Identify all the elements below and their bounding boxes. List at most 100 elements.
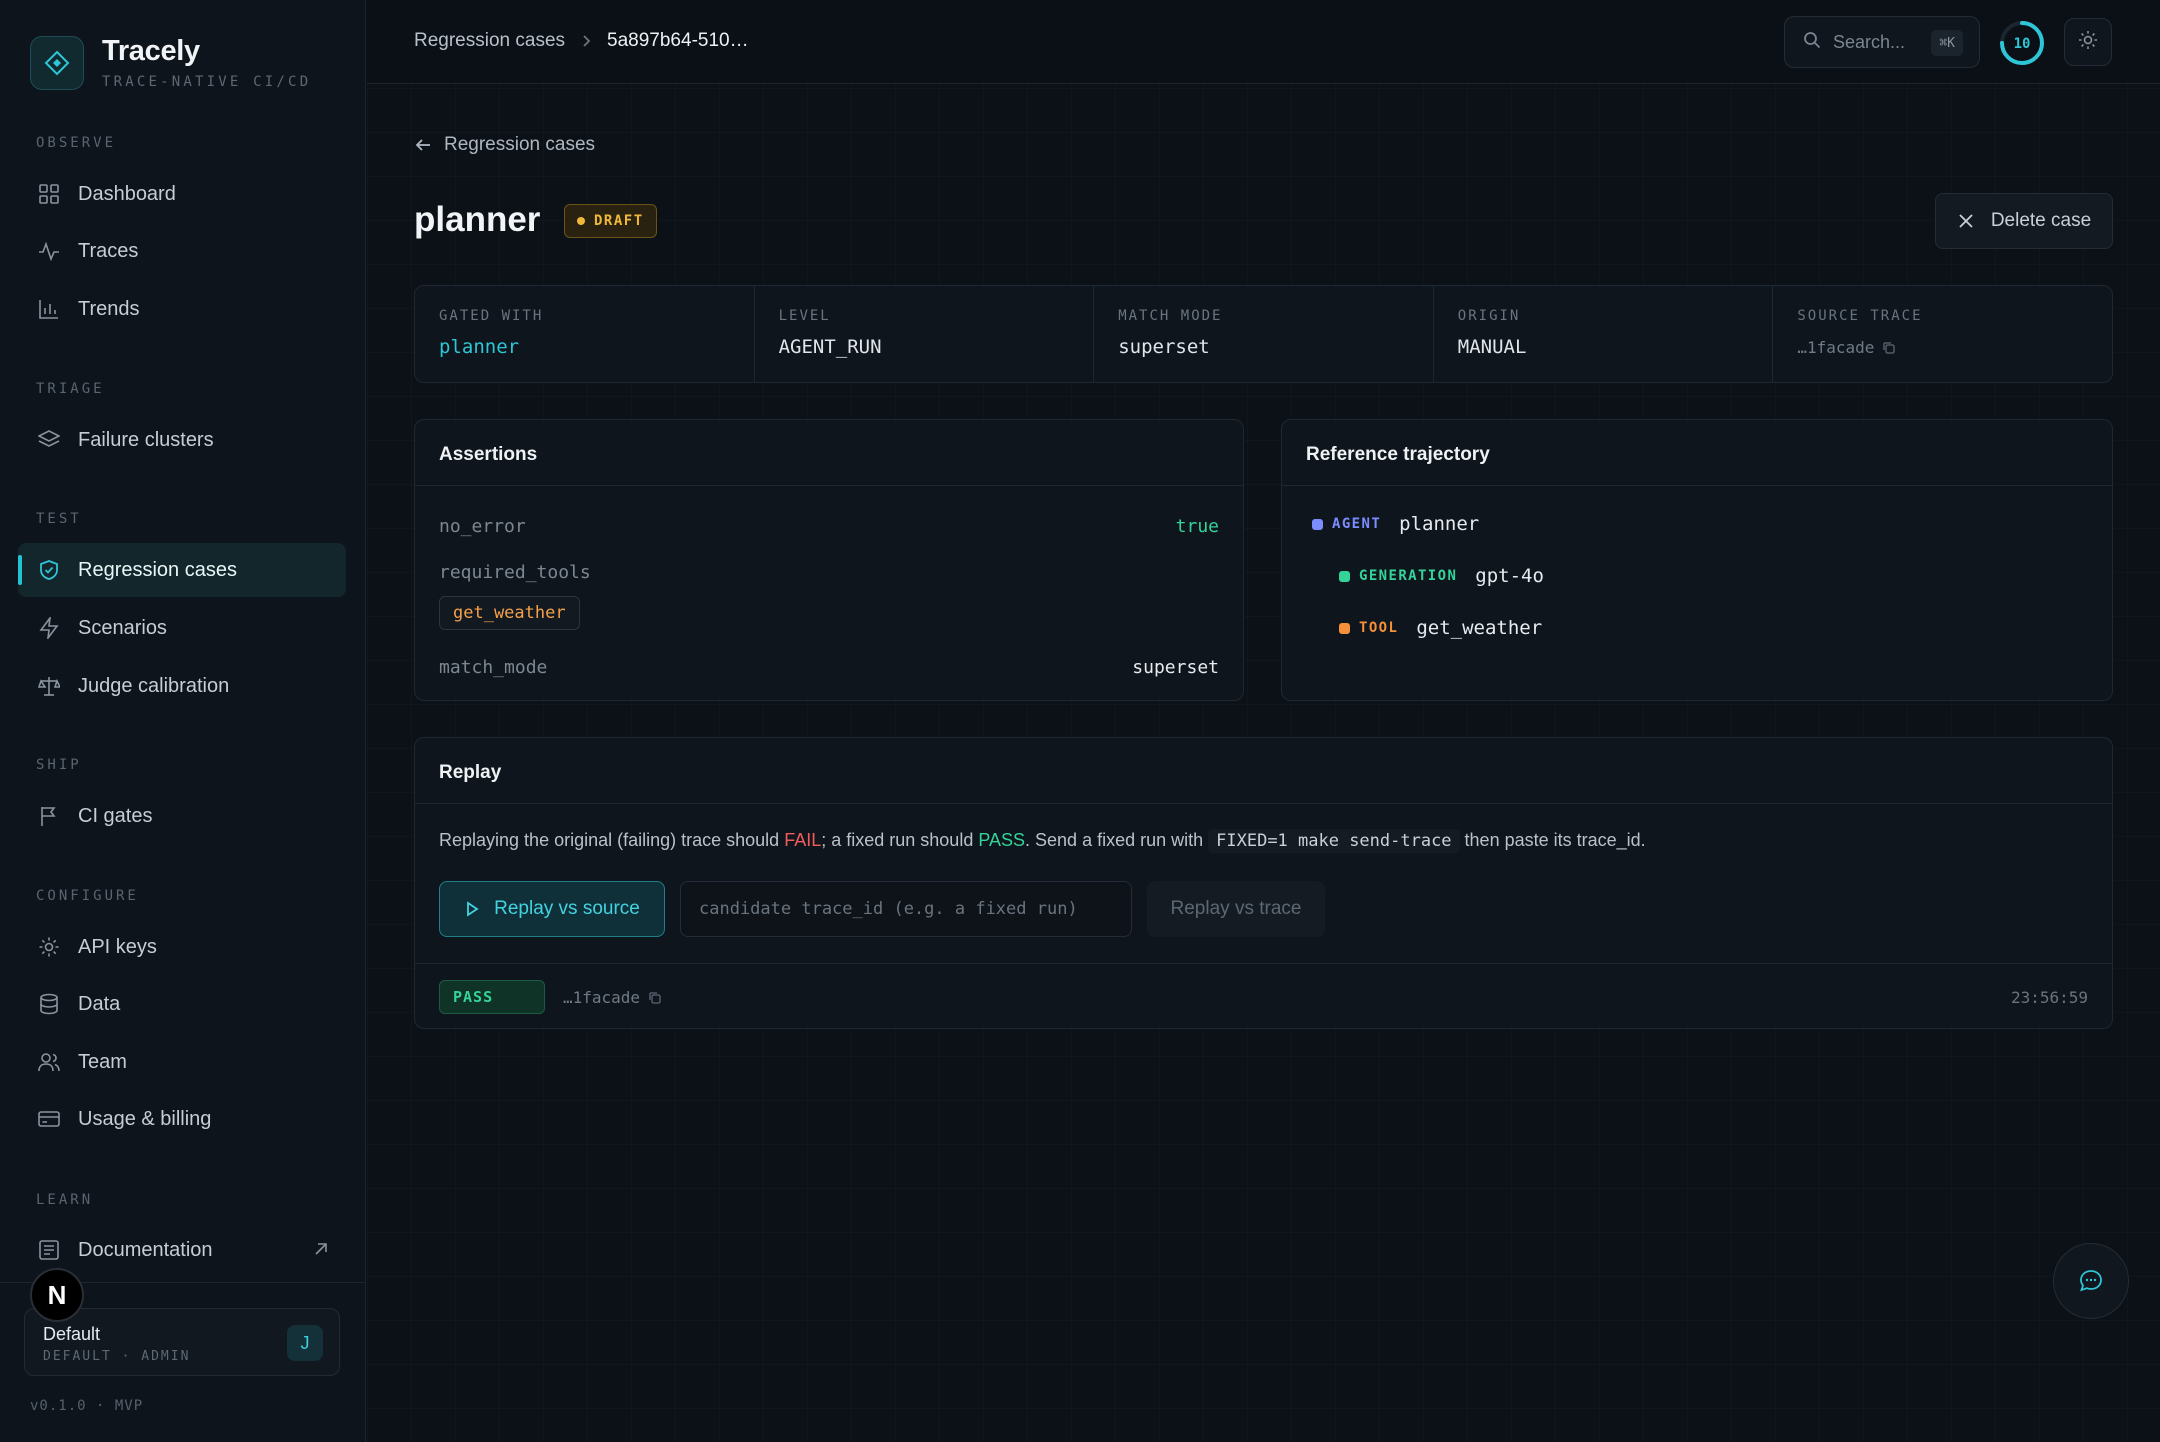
database-icon [18, 993, 78, 1015]
assertion-value: true [1175, 516, 1219, 537]
sidebar-item-label: Dashboard [78, 182, 176, 205]
users-icon [18, 1051, 78, 1073]
scale-icon [18, 675, 78, 697]
replay-vs-source-button[interactable]: Replay vs source [439, 881, 665, 937]
sidebar-item-label: Scenarios [78, 616, 167, 639]
search-box[interactable]: Search... ⌘K [1784, 16, 1980, 68]
case-metadata: GATED WITH planner LEVEL AGENT_RUN MATCH… [414, 285, 2113, 383]
result-trace-id: …1facade [563, 988, 641, 1007]
reference-trajectory-title: Reference trajectory [1282, 420, 2112, 486]
step-dot [1339, 570, 1350, 582]
theme-toggle-button[interactable] [2064, 18, 2112, 66]
sidebar-item-label: API keys [78, 935, 157, 958]
step-dot [1339, 622, 1350, 634]
search-placeholder: Search... [1833, 31, 1906, 52]
workspace-role: DEFAULT · ADMIN [43, 1349, 191, 1364]
chat-button[interactable] [2053, 1243, 2129, 1319]
main-content: Regression cases 5a897b64-510… Search...… [367, 0, 2160, 1442]
brand-name: Tracely [102, 35, 200, 67]
breadcrumb-current-case: 5a897b64-510… [607, 30, 749, 51]
external-link-icon [312, 1240, 330, 1264]
replay-desc-text: ; a fixed run should [821, 830, 979, 850]
delete-case-button[interactable]: Delete case [1935, 193, 2113, 249]
sidebar-item-ci-gates[interactable]: CI gates [18, 789, 346, 843]
next-dev-badge[interactable]: N [30, 1268, 84, 1322]
sidebar-item-judge-calibration[interactable]: Judge calibration [18, 659, 346, 713]
step-name: get_weather [1416, 617, 1543, 639]
sidebar-item-api-keys[interactable]: API keys [18, 920, 346, 974]
meta-source-trace: SOURCE TRACE …1facade [1773, 286, 2112, 382]
status-badge: DRAFT [564, 204, 657, 238]
copy-icon[interactable] [1882, 341, 1896, 355]
sidebar-item-data[interactable]: Data [18, 977, 346, 1031]
sidebar-item-trends[interactable]: Trends [18, 282, 346, 336]
replay-desc-fail: FAIL [784, 830, 822, 850]
sun-icon [2078, 30, 2098, 55]
sidebar-item-failure-clusters[interactable]: Failure clusters [18, 413, 346, 467]
sidebar-item-label: Usage & billing [78, 1107, 212, 1130]
assertion-key: no_error [439, 516, 526, 537]
flag-icon [18, 805, 78, 827]
replay-desc-text: then paste its trace_id. [1459, 830, 1646, 850]
replay-desc-text: . Send a fixed run with [1025, 830, 1209, 850]
meta-level: LEVEL AGENT_RUN [755, 286, 1095, 382]
meta-label: LEVEL [778, 308, 831, 324]
workspace-name: Default [43, 1324, 101, 1344]
meta-gated-with-value[interactable]: planner [439, 336, 754, 358]
meta-gated-with: GATED WITH planner [415, 286, 755, 382]
workspace-switcher[interactable]: Default DEFAULT · ADMIN J [24, 1308, 340, 1376]
breadcrumb-regression-cases[interactable]: Regression cases [414, 30, 565, 52]
sidebar-item-label: Data [78, 992, 121, 1015]
assertions-card: Assertions no_error true required_tools … [414, 419, 1244, 701]
result-status-badge: PASS [439, 980, 545, 1014]
trajectory-step-generation: GENERATION gpt-4o [1339, 565, 1544, 587]
usage-ring[interactable]: 10 [1997, 18, 2047, 68]
assertion-key: match_mode [439, 657, 548, 678]
brand-tagline: TRACE-NATIVE CI/CD [102, 74, 312, 90]
sidebar-item-documentation[interactable]: Documentation [18, 1223, 346, 1277]
sidebar-item-label: CI gates [78, 804, 153, 827]
sidebar-item-dashboard[interactable]: Dashboard [18, 167, 346, 221]
back-link[interactable]: Regression cases [414, 134, 595, 156]
section-learn: LEARN [36, 1192, 94, 1208]
sidebar-item-label: Traces [78, 239, 139, 262]
sidebar-item-label: Documentation [78, 1238, 213, 1261]
play-icon [467, 901, 479, 917]
avatar: J [287, 1325, 323, 1361]
section-observe: OBSERVE [36, 135, 117, 151]
sidebar-item-label: Failure clusters [78, 428, 214, 451]
assertions-title: Assertions [415, 420, 1243, 486]
breadcrumb: Regression cases 5a897b64-510… [414, 30, 749, 52]
trajectory-step-agent: AGENT planner [1312, 513, 1479, 535]
result-trace[interactable]: …1facade [563, 988, 662, 1007]
page-title: planner [414, 200, 541, 239]
replay-desc-command: FIXED=1 make send-trace [1208, 829, 1460, 853]
sidebar-item-team[interactable]: Team [18, 1035, 346, 1089]
meta-source-trace-value[interactable]: …1facade [1797, 338, 2112, 357]
meta-label: SOURCE TRACE [1797, 308, 1923, 324]
sidebar-item-label: Team [78, 1050, 127, 1073]
chat-bubble-icon [2080, 1270, 2102, 1292]
bar-chart-icon [18, 298, 78, 320]
step-kind: GENERATION [1359, 568, 1458, 584]
trajectory-step-tool: TOOL get_weather [1339, 617, 1542, 639]
sidebar-item-usage-billing[interactable]: Usage & billing [18, 1092, 346, 1146]
assertion-key: required_tools [439, 562, 591, 583]
brand[interactable]: Tracely TRACE-NATIVE CI/CD [30, 35, 311, 90]
source-trace-id: …1facade [1797, 338, 1875, 357]
replay-title: Replay [415, 738, 2112, 804]
result-timestamp: 23:56:59 [2010, 988, 2088, 1007]
chevron-right-icon [579, 34, 593, 48]
sidebar: Tracely TRACE-NATIVE CI/CD OBSERVE Dashb… [0, 0, 366, 1442]
copy-icon[interactable] [648, 991, 662, 1005]
replay-vs-trace-button[interactable]: Replay vs trace [1147, 881, 1325, 937]
candidate-trace-id-input[interactable] [680, 881, 1132, 937]
section-test: TEST [36, 511, 82, 527]
sidebar-item-traces[interactable]: Traces [18, 224, 346, 278]
sidebar-item-regression-cases[interactable]: Regression cases [18, 543, 346, 597]
credit-card-icon [18, 1108, 78, 1130]
step-name: planner [1399, 513, 1480, 535]
activity-icon [18, 240, 78, 262]
status-dot [577, 217, 585, 225]
sidebar-item-scenarios[interactable]: Scenarios [18, 601, 346, 655]
